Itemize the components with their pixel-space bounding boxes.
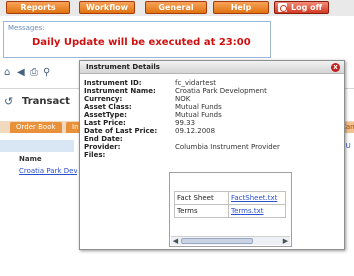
search-icon[interactable]: ⚲ <box>43 68 50 78</box>
reports-button[interactable]: Reports <box>6 1 70 14</box>
help-button[interactable]: Help <box>213 1 269 14</box>
field-value: Croatia Park Development <box>175 87 267 95</box>
scroll-right-icon[interactable]: ▶ <box>281 237 290 245</box>
file-type: Terms <box>174 204 229 218</box>
back-icon[interactable]: ◀ <box>17 68 25 78</box>
field-value: Mutual Funds <box>175 103 222 111</box>
files-table: Fact Sheet FactSheet.txt Terms Terms.txt <box>174 191 286 218</box>
list-header-bar <box>0 140 74 152</box>
field-label: Asset Class: <box>84 103 132 111</box>
print-icon[interactable]: ⎙ <box>30 68 38 78</box>
file-type: Fact Sheet <box>174 191 229 205</box>
name-column-header[interactable]: Name <box>19 155 42 163</box>
scroll-left-icon[interactable]: ◀ <box>171 237 180 245</box>
field-label: AssetType: <box>84 111 127 119</box>
field-value: Columbia Instrument Provider <box>175 143 280 151</box>
field-label: Currency: <box>84 95 123 103</box>
field-value: Mutual Funds <box>175 111 222 119</box>
field-value: fc_vidartest <box>175 79 216 87</box>
instrument-link[interactable]: Croatia Park Devel <box>19 167 77 175</box>
home-icon[interactable]: ⌂ <box>4 68 10 78</box>
messages-title: Messages: <box>8 24 45 32</box>
instrument-details-dialog: Instrument Details x Instrument ID: fc_vi… <box>79 60 345 250</box>
file-link[interactable]: FactSheet.txt <box>231 194 277 202</box>
power-icon <box>278 3 287 12</box>
field-value: 09.12.2008 <box>175 127 216 135</box>
horizontal-scrollbar[interactable]: ◀ ▶ <box>171 236 290 245</box>
tab-order-book[interactable]: Order Book <box>10 122 62 133</box>
field-label: Last Price: <box>84 119 126 127</box>
field-label: End Date: <box>84 135 123 143</box>
logoff-label: Log off <box>291 3 323 12</box>
scrollbar-thumb[interactable] <box>181 238 253 244</box>
refresh-icon[interactable]: ↺ <box>4 95 13 108</box>
dialog-title-bar[interactable]: Instrument Details x <box>80 61 344 74</box>
messages-panel: Messages: Daily Update will be executed … <box>3 21 271 58</box>
close-icon[interactable]: x <box>331 63 340 72</box>
field-label: Instrument ID: <box>84 79 142 87</box>
general-button[interactable]: General <box>145 1 207 14</box>
field-label: Files: <box>84 151 106 159</box>
field-value: NOK <box>175 95 191 103</box>
files-panel: Fact Sheet FactSheet.txt Terms Terms.txt… <box>169 172 292 247</box>
workflow-button[interactable]: Workflow <box>79 1 135 14</box>
field-label: Date of Last Price: <box>84 127 158 135</box>
file-link[interactable]: Terms.txt <box>231 207 263 215</box>
field-value: 99.33 <box>175 119 196 127</box>
messages-text: Daily Update will be executed at 23:00 <box>32 37 251 48</box>
transactions-title: Transact <box>22 96 70 107</box>
dialog-title: Instrument Details <box>86 63 160 71</box>
field-label: Instrument Name: <box>84 87 156 95</box>
field-label: Provider: <box>84 143 121 151</box>
table-row: Terms Terms.txt <box>174 204 286 218</box>
table-row: Fact Sheet FactSheet.txt <box>174 191 286 205</box>
logoff-button[interactable]: Log off <box>274 1 329 14</box>
file-cell: FactSheet.txt <box>228 191 286 205</box>
menu-bar: Reports Workflow General Help Log off <box>0 0 354 16</box>
file-cell: Terms.txt <box>228 204 286 218</box>
